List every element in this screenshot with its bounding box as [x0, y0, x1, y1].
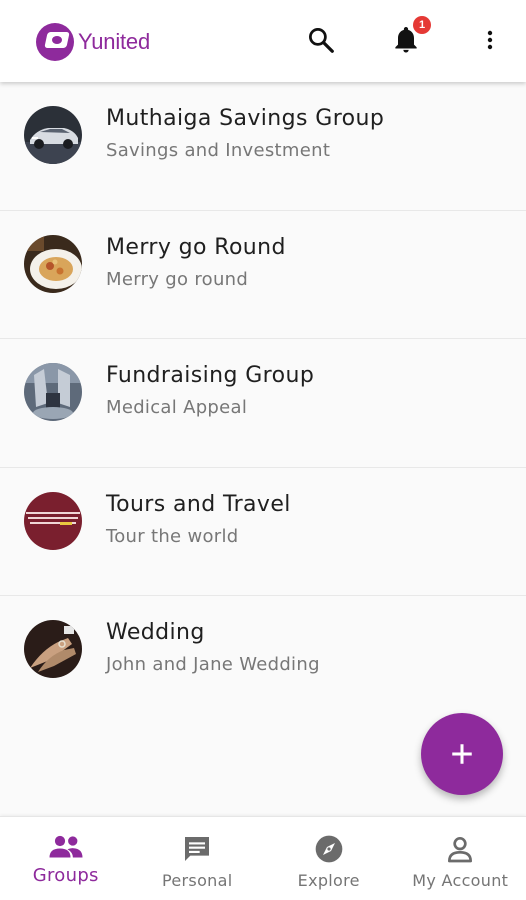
hands-rings-photo-icon [24, 620, 82, 678]
group-subtitle: Savings and Investment [106, 140, 331, 161]
group-list-item[interactable]: Fundraising Group Medical Appeal [0, 339, 526, 468]
group-subtitle: Tour the world [106, 525, 239, 547]
group-name: Tours and Travel [106, 491, 291, 517]
notifications-button[interactable]: 1 [388, 16, 431, 58]
nav-item-personal[interactable]: Personal [132, 817, 264, 900]
group-list-item[interactable]: Muthaiga Savings Group Savings and Inves… [0, 82, 526, 211]
search-icon [309, 28, 334, 53]
maroon-text-banner-icon [24, 491, 82, 550]
food-plate-photo-icon [24, 234, 82, 293]
nav-item-my-account[interactable]: My Account [395, 817, 526, 900]
groups-list: Muthaiga Savings Group Savings and Inves… [0, 82, 526, 725]
app-bar: Yunited 1 [0, 0, 526, 82]
person-icon [448, 837, 473, 863]
hospital-photo-icon [24, 363, 82, 421]
group-name: Fundraising Group [106, 363, 315, 388]
group-avatar [24, 491, 82, 550]
group-name: Merry go Round [106, 234, 286, 260]
people-icon [49, 835, 83, 858]
group-avatar [24, 106, 82, 164]
group-subtitle: Merry go round [106, 268, 249, 290]
group-name: Wedding [106, 620, 205, 645]
search-button[interactable] [303, 22, 339, 58]
more-vert-icon [487, 30, 493, 50]
nav-label: Groups [32, 865, 99, 886]
group-avatar [24, 234, 82, 293]
nav-label: Explore [297, 871, 360, 890]
app-logo: Yunited [36, 22, 150, 62]
chat-icon [185, 837, 210, 861]
group-list-item[interactable]: Wedding John and Jane Wedding [0, 596, 526, 725]
overflow-menu-button[interactable] [472, 22, 508, 58]
group-avatar [24, 363, 82, 421]
bottom-navigation: Groups Personal Explore My Account [0, 816, 526, 900]
group-subtitle: Medical Appeal [106, 397, 248, 418]
group-list-item[interactable]: Merry go Round Merry go round [0, 211, 526, 339]
group-list-item[interactable]: Tours and Travel Tour the world [0, 468, 526, 596]
nav-item-explore[interactable]: Explore [263, 817, 395, 900]
add-icon [452, 744, 472, 764]
app-name: Yunited [78, 29, 151, 54]
add-group-button[interactable] [421, 713, 503, 795]
compass-icon [315, 835, 343, 863]
nav-label: Personal [162, 871, 233, 890]
group-avatar [24, 620, 82, 678]
nav-item-groups[interactable]: Groups [0, 817, 132, 900]
group-name: Muthaiga Savings Group [106, 106, 385, 131]
nav-label: My Account [412, 871, 509, 890]
group-subtitle: John and Jane Wedding [106, 654, 320, 675]
car-photo-icon [24, 106, 82, 164]
logo-icon [36, 23, 74, 61]
notification-count-badge: 1 [413, 16, 431, 34]
